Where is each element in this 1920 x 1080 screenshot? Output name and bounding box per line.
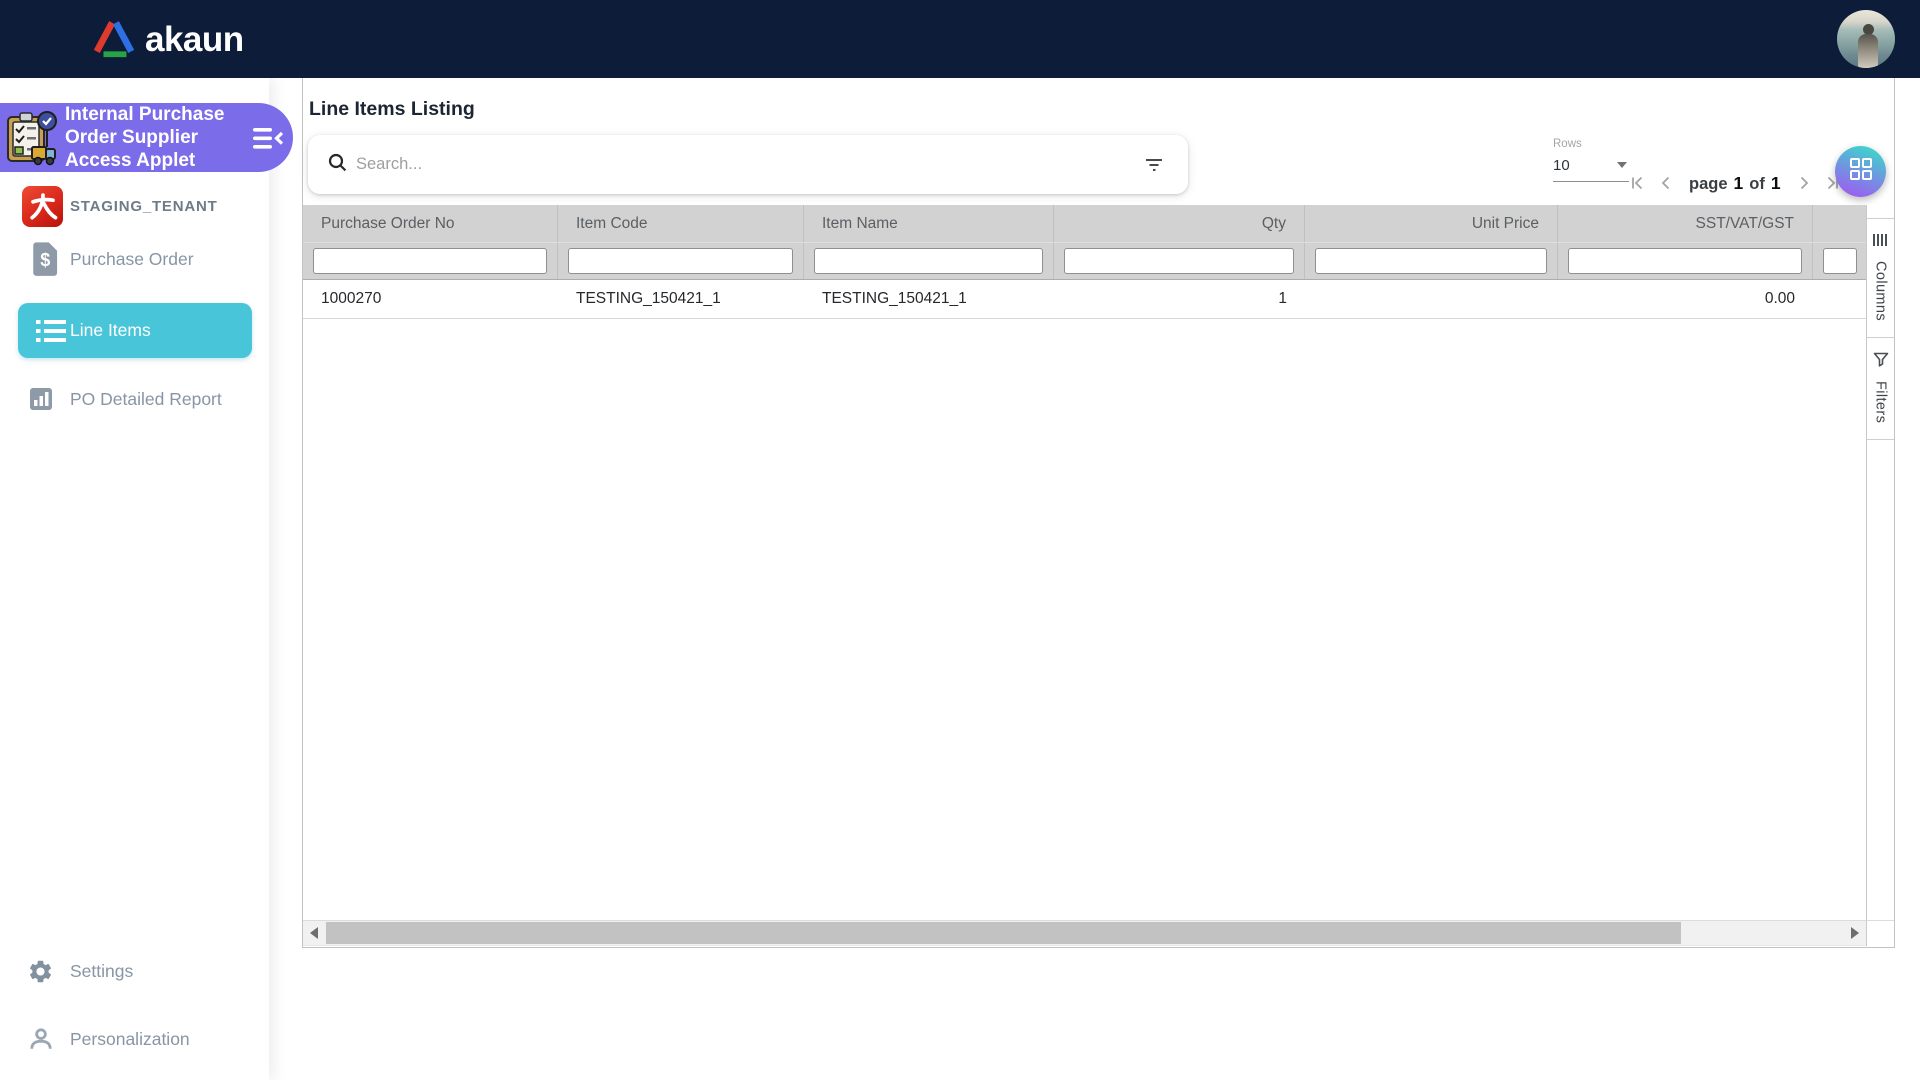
sidebar-item-label: Settings	[70, 961, 133, 982]
column-header-unit-price[interactable]: Unit Price	[1305, 205, 1558, 242]
sidebar-item-label: STAGING_TENANT	[70, 198, 218, 215]
tenant-logo-icon	[22, 186, 63, 227]
rows-per-page-select[interactable]: Rows 10	[1553, 138, 1629, 182]
collapse-menu-icon[interactable]	[247, 117, 289, 159]
filter-input-purchase-order-no[interactable]	[313, 248, 547, 274]
page-indicator: page 1 of 1	[1689, 173, 1781, 194]
cell-extra	[1813, 280, 1866, 318]
brand-logo: akaun	[92, 18, 244, 65]
cell-qty: 1	[1054, 280, 1305, 318]
cell-unit-price	[1305, 280, 1558, 318]
cell-item-name: TESTING_150421_1	[804, 280, 1054, 318]
table-side-strip: Columns Filters	[1866, 205, 1894, 920]
columns-icon	[1873, 233, 1888, 252]
list-icon	[36, 319, 66, 343]
total-pages: 1	[1771, 173, 1781, 194]
scroll-left-arrow-icon[interactable]	[310, 927, 318, 939]
cell-purchase-order-no: 1000270	[303, 280, 558, 318]
sidebar-item-personalization[interactable]: Personalization	[0, 1017, 269, 1061]
chevron-down-icon	[1617, 162, 1627, 168]
column-header-sst-vat-gst[interactable]: SST/VAT/GST	[1558, 205, 1813, 242]
sidebar-item-purchase-order[interactable]: $ Purchase Order	[0, 237, 269, 281]
tab-filters[interactable]: Filters	[1867, 338, 1894, 440]
sidebar-item-tenant[interactable]: STAGING_TENANT	[0, 184, 269, 228]
chevron-left-icon[interactable]	[1655, 172, 1677, 194]
purchase-clipboard-icon	[4, 109, 60, 167]
scrollbar-thumb[interactable]	[326, 922, 1681, 944]
filter-input-item-name[interactable]	[814, 248, 1043, 274]
current-page: 1	[1734, 173, 1744, 194]
chevron-right-icon[interactable]	[1793, 172, 1815, 194]
tab-label: Filters	[1873, 381, 1889, 423]
cell-item-code: TESTING_150421_1	[558, 280, 804, 318]
main-panel: Line Items Listing Rows 10	[302, 78, 1895, 948]
filter-input-sst-vat-gst[interactable]	[1568, 248, 1802, 274]
line-items-table: Purchase Order No Item Code Item Name Qt…	[303, 205, 1866, 319]
table-header-row: Purchase Order No Item Code Item Name Qt…	[303, 205, 1866, 242]
column-header-purchase-order-no[interactable]: Purchase Order No	[303, 205, 558, 242]
table-row[interactable]: 1000270 TESTING_150421_1 TESTING_150421_…	[303, 280, 1866, 319]
applet-badge: Internal Purchase Order Supplier Access …	[0, 103, 293, 172]
triangle-logo-icon	[92, 18, 136, 65]
tab-label: Columns	[1873, 261, 1889, 321]
search-bar	[308, 135, 1188, 194]
rows-label: Rows	[1553, 138, 1629, 150]
column-header-qty[interactable]: Qty	[1054, 205, 1305, 242]
svg-text:$: $	[40, 250, 50, 270]
sidebar-item-po-detailed-report[interactable]: PO Detailed Report	[0, 377, 269, 421]
search-icon	[328, 153, 347, 177]
sidebar-item-label: Personalization	[70, 1029, 190, 1050]
apps-grid-button[interactable]	[1835, 146, 1886, 197]
column-header-extra[interactable]	[1813, 205, 1866, 242]
horizontal-scrollbar[interactable]	[303, 920, 1866, 946]
user-avatar[interactable]	[1837, 10, 1895, 68]
bar-chart-icon	[29, 387, 53, 411]
top-navbar: akaun	[0, 0, 1920, 78]
filter-input-extra[interactable]	[1823, 248, 1857, 274]
sidebar-item-line-items[interactable]: Line Items	[18, 303, 252, 358]
scroll-right-arrow-icon[interactable]	[1851, 927, 1859, 939]
document-dollar-icon: $	[27, 240, 65, 278]
filter-input-item-code[interactable]	[568, 248, 793, 274]
sidebar-item-label: PO Detailed Report	[70, 389, 222, 410]
applet-title: Internal Purchase Order Supplier Access …	[65, 103, 241, 172]
tab-columns[interactable]: Columns	[1867, 218, 1894, 338]
cell-sst-vat-gst: 0.00	[1558, 280, 1813, 318]
scrollbar-corner	[1866, 920, 1894, 946]
page-title: Line Items Listing	[309, 98, 475, 121]
column-header-item-code[interactable]: Item Code	[558, 205, 804, 242]
pagination: page 1 of 1	[1627, 165, 1843, 201]
sidebar-item-label: Line Items	[70, 320, 151, 341]
rows-value: 10	[1553, 157, 1570, 174]
sidebar: Internal Purchase Order Supplier Access …	[0, 78, 269, 1080]
gear-icon	[27, 958, 54, 985]
sidebar-item-settings[interactable]: Settings	[0, 949, 269, 993]
table-filter-row	[303, 242, 1866, 280]
apps-grid-icon	[1849, 157, 1873, 186]
search-input[interactable]	[356, 155, 1140, 174]
filter-input-unit-price[interactable]	[1315, 248, 1547, 274]
sidebar-item-label: Purchase Order	[70, 249, 194, 270]
filter-list-icon[interactable]	[1140, 151, 1168, 179]
funnel-icon	[1873, 352, 1889, 372]
column-header-item-name[interactable]: Item Name	[804, 205, 1054, 242]
first-page-icon[interactable]	[1627, 172, 1649, 194]
person-icon	[28, 1026, 54, 1052]
filter-input-qty[interactable]	[1064, 248, 1294, 274]
brand-logo-text: akaun	[145, 22, 244, 61]
